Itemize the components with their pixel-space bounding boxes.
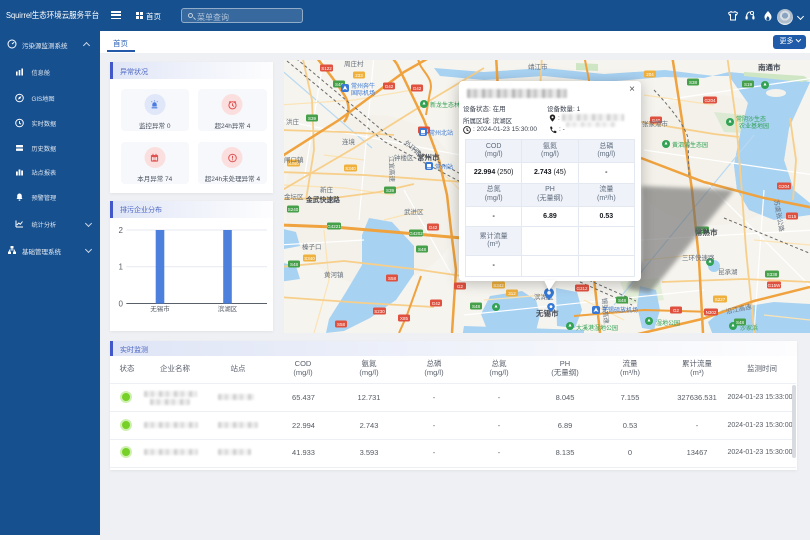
svg-text:S58: S58: [388, 276, 397, 281]
svg-text:滨湖区: 滨湖区: [218, 304, 238, 313]
svg-text:常州北站: 常州北站: [429, 129, 453, 137]
svg-text:S38: S38: [689, 80, 698, 85]
svg-text:G204: G204: [704, 98, 716, 103]
svg-text:新庄: 新庄: [320, 185, 334, 194]
svg-text:G204: G204: [778, 184, 790, 189]
svg-text:常州奔牛: 常州奔牛: [351, 82, 375, 90]
svg-text:榛子口: 榛子口: [302, 242, 322, 251]
svg-text:X85: X85: [400, 316, 409, 321]
svg-text:金坛区: 金坛区: [284, 192, 304, 201]
svg-text:S240: S240: [288, 207, 299, 212]
svg-text:S58: S58: [337, 322, 346, 327]
svg-text:武进区: 武进区: [404, 207, 424, 216]
svg-text:闸口镇: 闸口镇: [284, 155, 304, 164]
svg-text:G2: G2: [673, 308, 680, 313]
svg-text:S338: S338: [767, 272, 778, 277]
svg-text:三环快速路: 三环快速路: [682, 253, 715, 262]
svg-text:国际机场: 国际机场: [351, 89, 375, 97]
svg-text:黄河镇: 黄河镇: [324, 270, 344, 279]
svg-text:钟楼区: 钟楼区: [394, 153, 414, 162]
svg-text:金武快速路: 金武快速路: [305, 195, 340, 204]
svg-text:0: 0: [119, 299, 124, 308]
svg-text:2: 2: [119, 226, 124, 235]
svg-text:204: 204: [646, 72, 654, 77]
svg-text:S340: S340: [304, 256, 315, 261]
svg-text:G15W: G15W: [768, 283, 782, 288]
svg-text:无锡硕放机场: 无锡硕放机场: [602, 306, 638, 314]
svg-text:沙家浜: 沙家浜: [740, 324, 758, 332]
svg-text:S48: S48: [618, 298, 627, 303]
svg-text:大溪港湿地公园: 大溪港湿地公园: [576, 324, 618, 332]
svg-text:常州市: 常州市: [417, 152, 440, 162]
svg-text:常阴沙生态: 常阴沙生态: [736, 115, 766, 123]
svg-text:G42: G42: [413, 86, 422, 91]
svg-text:S48: S48: [418, 247, 427, 252]
svg-text:312: 312: [508, 291, 516, 296]
svg-text:张家港市: 张家港市: [642, 119, 669, 128]
svg-text:G4202: G4202: [409, 231, 423, 236]
svg-text:S342: S342: [493, 283, 504, 288]
svg-text:G312: G312: [576, 286, 588, 291]
svg-text:洪庄: 洪庄: [286, 117, 300, 126]
svg-text:G42: G42: [429, 225, 438, 230]
svg-text:G42: G42: [385, 84, 394, 89]
svg-text:G4221: G4221: [327, 224, 341, 229]
svg-text:S340: S340: [345, 166, 356, 171]
svg-text:1: 1: [119, 262, 124, 271]
svg-text:S122: S122: [321, 66, 332, 71]
svg-text:G42: G42: [432, 301, 441, 306]
svg-text:S19: S19: [744, 82, 753, 87]
svg-text:N302: N302: [706, 310, 717, 315]
svg-text:S48: S48: [472, 304, 481, 309]
svg-text:连境: 连境: [342, 137, 356, 146]
svg-text:昆承湖: 昆承湖: [718, 267, 738, 276]
svg-text:S39: S39: [386, 188, 395, 193]
svg-text:农业基地园: 农业基地园: [739, 122, 769, 130]
svg-text:南通市: 南通市: [758, 62, 781, 72]
svg-text:S48: S48: [736, 320, 745, 325]
svg-text:新龙生态林: 新龙生态林: [430, 101, 460, 109]
svg-text:黄泗浦生态园: 黄泗浦生态园: [672, 141, 708, 149]
svg-text:S230: S230: [374, 309, 385, 314]
svg-text:S48: S48: [290, 262, 299, 267]
svg-text:G2: G2: [457, 284, 464, 289]
svg-text:无锡市: 无锡市: [535, 308, 559, 318]
svg-text:233: 233: [355, 73, 363, 78]
svg-text:G15: G15: [788, 214, 797, 219]
svg-text:S39: S39: [308, 116, 317, 121]
svg-text:S227: S227: [715, 297, 726, 302]
svg-text:湿地公园: 湿地公园: [656, 319, 680, 327]
svg-text:无锡市: 无锡市: [150, 304, 170, 313]
svg-text:周庄村: 周庄村: [344, 60, 364, 68]
svg-text:靖江市: 靖江市: [528, 62, 548, 71]
svg-text:常州站: 常州站: [435, 163, 453, 171]
